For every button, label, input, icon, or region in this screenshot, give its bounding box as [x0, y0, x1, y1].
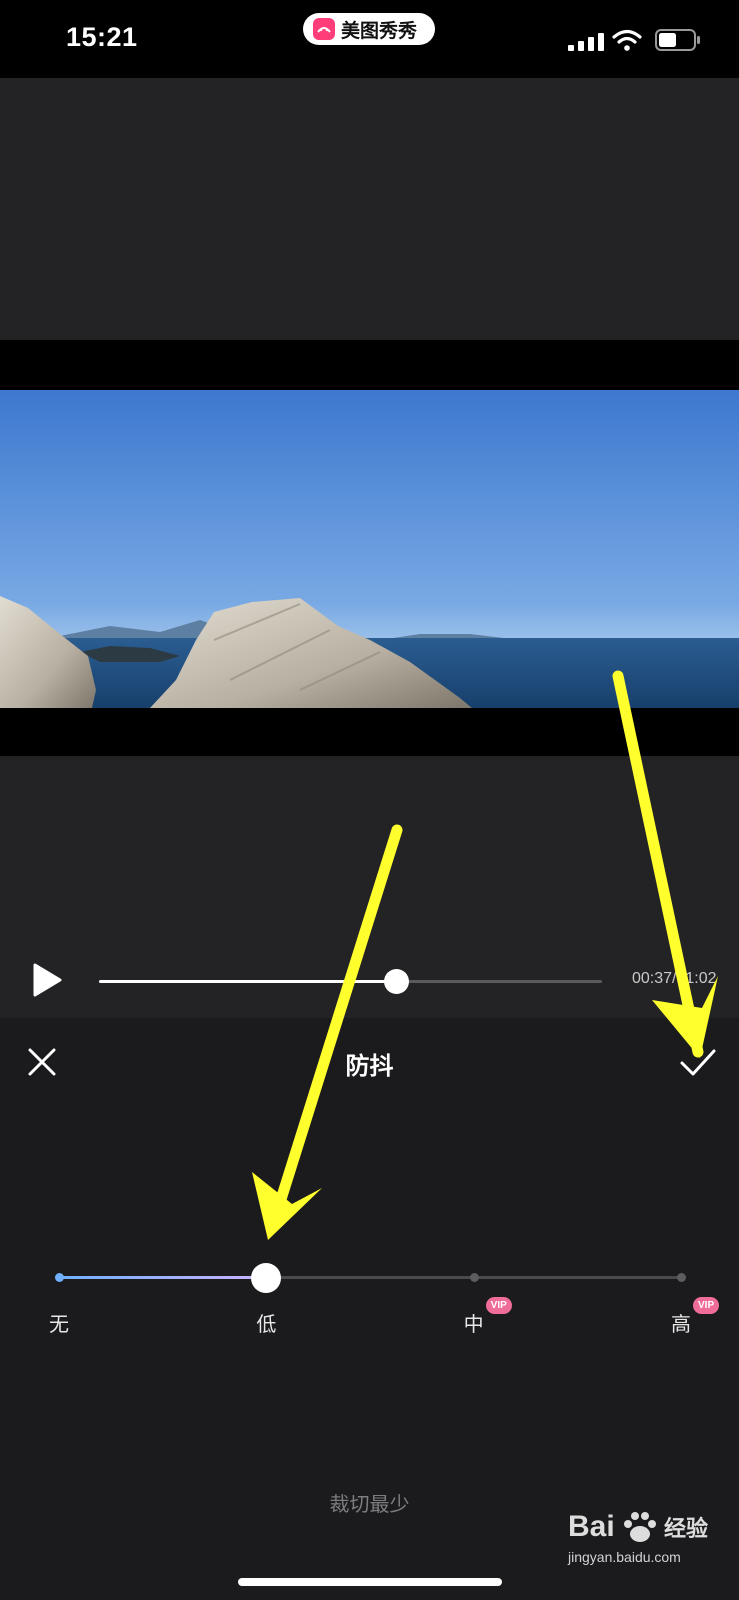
video-preview-frame[interactable]: [0, 390, 739, 708]
slider-stop-dot[interactable]: [469, 1273, 479, 1282]
playback-scrubber-thumb[interactable]: [383, 969, 409, 994]
battery-icon: [655, 29, 700, 51]
play-icon[interactable]: [30, 962, 64, 998]
slider-stop-dot[interactable]: [55, 1273, 64, 1282]
app-name: 美图秀秀: [341, 19, 418, 42]
preview-background-bottom: [0, 756, 739, 1018]
vip-badge: VIP: [485, 1297, 512, 1314]
watermark-brand: Bai: [568, 1510, 615, 1543]
baidu-jingyan-watermark: Bai 经验 jingyan.baidu.com: [567, 1510, 708, 1565]
watermark-suffix: 经验: [664, 1516, 708, 1542]
letterbox-bar-top: [0, 340, 739, 390]
preview-background-top: [0, 78, 739, 340]
cellular-signal-icon: [568, 33, 604, 51]
playback-progress-bar[interactable]: [99, 969, 602, 994]
checkmark-icon[interactable]: [679, 1046, 717, 1078]
status-time: 15:21: [66, 22, 138, 52]
watermark-url: jingyan.baidu.com: [567, 1549, 681, 1565]
app-indicator-pill[interactable]: 美图秀秀: [303, 13, 435, 45]
playback-progress-fill: [99, 980, 396, 983]
level-label[interactable]: 低: [246, 1308, 286, 1337]
level-label[interactable]: 中: [454, 1308, 494, 1337]
meitu-logo-icon: [313, 18, 335, 40]
stabilization-level-slider[interactable]: [55, 1263, 686, 1293]
slider-stop-dot[interactable]: [677, 1273, 686, 1282]
level-label[interactable]: 高: [661, 1308, 701, 1337]
status-bar: 15:21 美图秀秀: [0, 0, 739, 78]
level-label[interactable]: 无: [39, 1308, 79, 1337]
wifi-icon: [612, 29, 642, 51]
baidu-paw-icon: [624, 1512, 656, 1542]
playback-time: 00:37/01:02: [632, 970, 717, 987]
home-indicator[interactable]: [238, 1578, 502, 1586]
slider-fill: [59, 1276, 267, 1279]
letterbox-bar-bottom: [0, 708, 739, 756]
panel-title: 防抖: [345, 1052, 394, 1080]
vip-badge: VIP: [693, 1297, 720, 1314]
